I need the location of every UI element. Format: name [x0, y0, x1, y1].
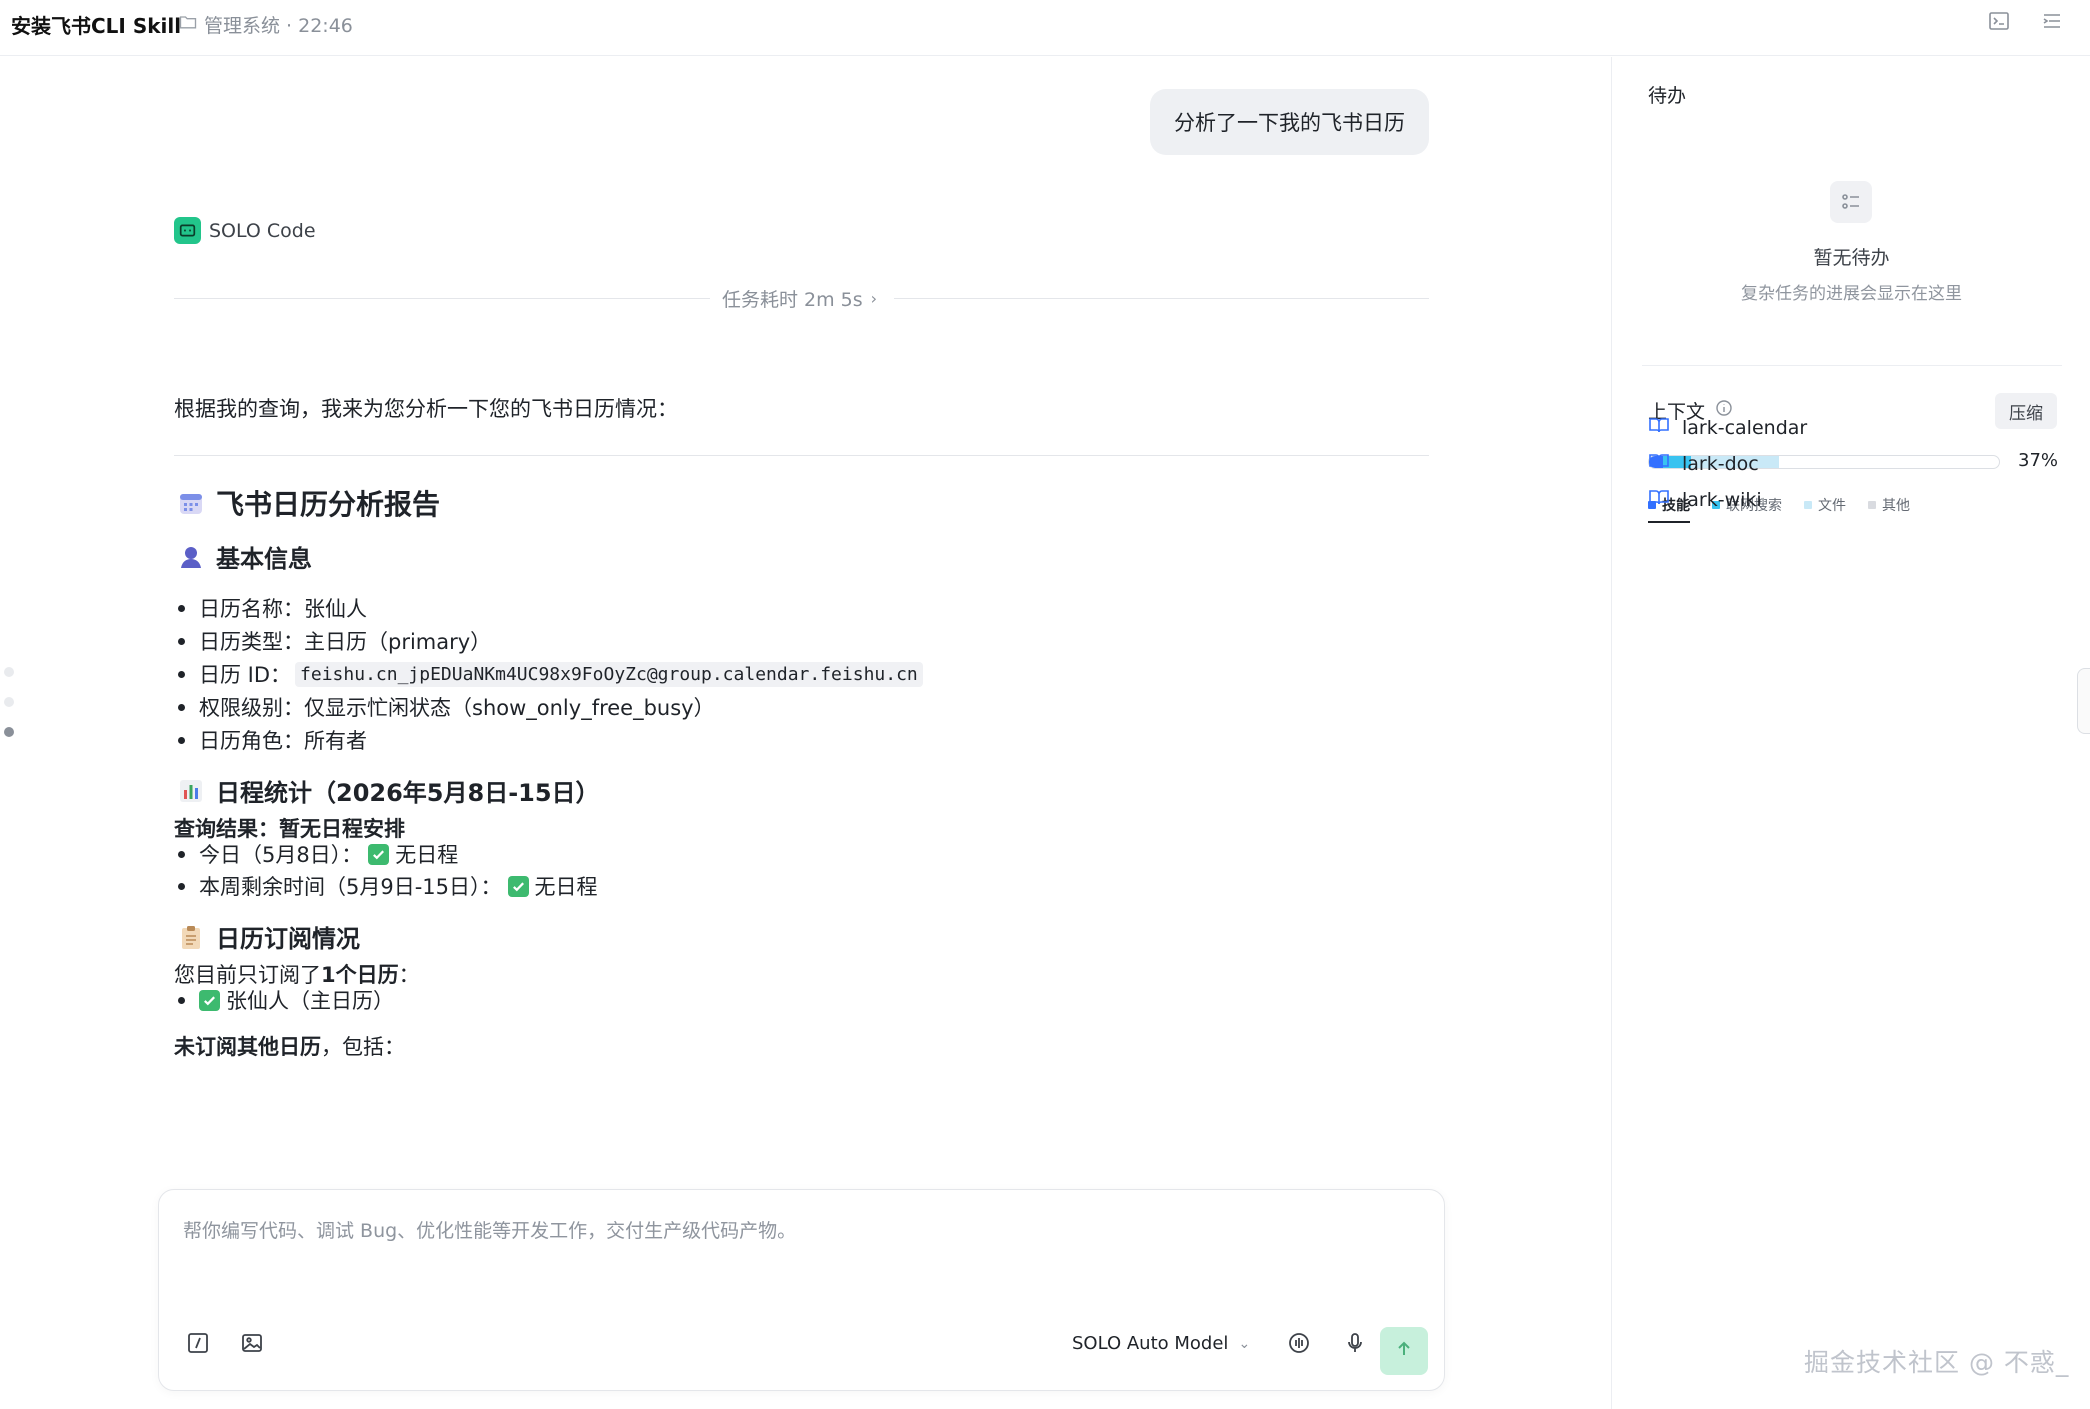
todo-title: 待办 [1648, 85, 1687, 107]
task-duration: 任务耗时 2m 5s [722, 289, 863, 311]
project-breadcrumb[interactable]: 管理系统 · 22:46 [178, 11, 353, 38]
skill-item-lark-wiki[interactable]: lark-wiki [1648, 486, 1762, 513]
user-message: 分析了一下我的飞书日历 [1150, 89, 1429, 155]
send-button[interactable] [1380, 1327, 1428, 1375]
project-label: 管理系统 · 22:46 [204, 15, 353, 37]
unsubscribed-summary: 未订阅其他日历，包括： [174, 1035, 405, 1059]
todo-empty-title: 暂无待办 [1813, 247, 1890, 269]
agent-header: SOLO Code [174, 217, 316, 244]
check-icon [368, 843, 390, 865]
section-stats-heading: 日程统计（2026年5月8日-15日） [178, 773, 600, 808]
model-selector[interactable]: SOLO Auto Model ⌄ [1072, 1333, 1250, 1354]
solo-logo-icon [174, 217, 201, 244]
chevron-right-icon: › [870, 289, 878, 308]
watermark: 掘金技术社区 @ 不惑_ [1804, 1348, 2070, 1377]
outline-icon[interactable] [2040, 9, 2064, 33]
report-title: 飞书日历分析报告 [178, 483, 440, 523]
scroll-dot-active[interactable] [4, 727, 14, 737]
legend-tab-other[interactable]: 其他 [1868, 495, 1910, 523]
calendar-id-code: feishu.cn_jpEDUaNKm4UC98x9FoOyZc@group.c… [295, 661, 923, 687]
model-label: SOLO Auto Model [1072, 1333, 1229, 1354]
slash-command-icon[interactable] [185, 1330, 211, 1356]
list-item: 张仙人（主日历） [178, 985, 394, 1015]
side-panel: 待办 暂无待办 复杂任务的进展会显示在这里 上下文 压缩 37% 技能 联网搜索… [1611, 57, 2090, 1409]
compress-button[interactable]: 压缩 [1995, 393, 2057, 429]
agent-name: SOLO Code [209, 219, 316, 242]
task-duration-divider[interactable]: 任务耗时 2m 5s › [174, 285, 1429, 311]
microphone-icon[interactable] [1342, 1330, 1368, 1356]
list-item: 日历 ID： feishu.cn_jpEDUaNKm4UC98x9FoOyZc@g… [178, 659, 923, 689]
book-icon [1648, 486, 1670, 513]
skill-item-lark-calendar[interactable]: lark-calendar [1648, 414, 1807, 441]
list-item: 今日（5月8日）： 无日程 [178, 839, 458, 869]
check-icon [507, 875, 529, 897]
book-icon [1648, 414, 1670, 441]
clipboard-icon [178, 924, 204, 950]
bar-chart-icon [178, 778, 204, 804]
voice-chat-icon[interactable] [1286, 1330, 1312, 1356]
list-item: 日历角色：所有者 [178, 725, 367, 755]
chat-input[interactable]: 帮你编写代码、调试 Bug、优化性能等开发工作，交付生产级代码产物。 [183, 1216, 796, 1243]
section-basic-heading: 基本信息 [178, 539, 312, 574]
session-title: 安装飞书CLI Skill [11, 14, 182, 38]
top-bar: 安装飞书CLI Skill 管理系统 · 22:46 [0, 0, 2090, 56]
divider [174, 455, 1429, 456]
legend-tab-files[interactable]: 文件 [1804, 495, 1846, 523]
chat-area: 分析了一下我的飞书日历 SOLO Code 任务耗时 2m 5s › 根据我的查… [0, 57, 1610, 1409]
book-icon [1648, 450, 1670, 477]
intro-text: 根据我的查询，我来为您分析一下您的飞书日历情况： [174, 397, 678, 421]
arrow-up-icon [1394, 1339, 1414, 1363]
scroll-dot[interactable] [4, 667, 14, 677]
context-usage-percent: 37% [2018, 450, 2059, 471]
scroll-dot[interactable] [4, 697, 14, 707]
image-upload-icon[interactable] [239, 1330, 265, 1356]
divider [1642, 365, 2062, 366]
skill-item-lark-doc[interactable]: lark-doc [1648, 450, 1759, 477]
checklist-icon [1830, 181, 1872, 223]
list-item: 日历类型：主日历（primary） [178, 626, 491, 656]
chat-input-card: 帮你编写代码、调试 Bug、优化性能等开发工作，交付生产级代码产物。 SOLO … [158, 1189, 1445, 1391]
chevron-down-icon: ⌄ [1238, 1335, 1251, 1352]
collapse-panel-handle[interactable] [2077, 668, 2090, 734]
todo-empty-subtitle: 复杂任务的进展会显示在这里 [1741, 284, 1962, 304]
list-item: 权限级别：仅显示忙闲状态（show_only_free_busy） [178, 692, 715, 722]
list-item: 本周剩余时间（5月9日-15日）： 无日程 [178, 871, 598, 901]
check-icon [199, 989, 220, 1011]
person-icon [178, 544, 204, 570]
section-subs-heading: 日历订阅情况 [178, 919, 360, 954]
list-item: 日历名称：张仙人 [178, 593, 367, 623]
calendar-icon [178, 490, 204, 516]
folder-icon [178, 12, 198, 37]
terminal-icon[interactable] [1987, 9, 2011, 33]
